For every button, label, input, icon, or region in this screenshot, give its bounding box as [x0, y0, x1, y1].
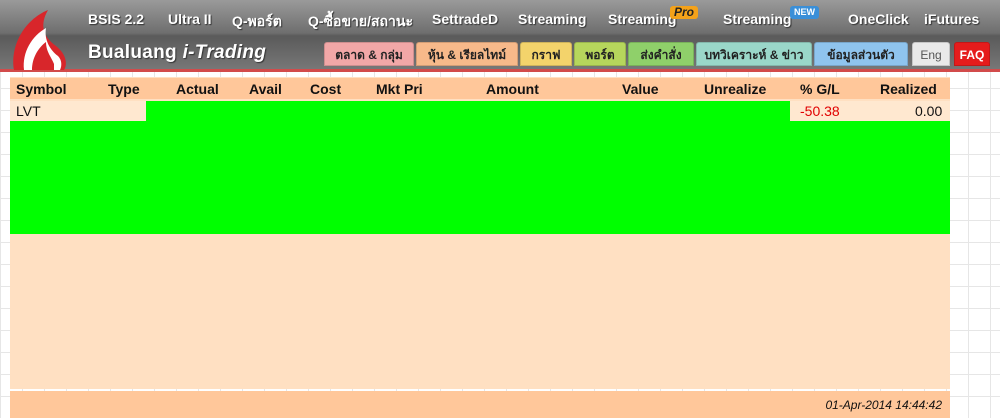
- col-realized: Realized: [880, 81, 937, 97]
- tab-personal-info[interactable]: ข้อมูลส่วนตัว: [814, 42, 908, 66]
- nav-streaming[interactable]: Streaming: [518, 11, 586, 27]
- col-amount: Amount: [486, 81, 539, 97]
- col-avail: Avail: [249, 81, 282, 97]
- cell-gl-pct: -50.38: [800, 103, 840, 119]
- col-mkt-pri: Mkt Pri: [376, 81, 423, 97]
- brand-sub: i-Trading: [182, 42, 267, 63]
- cell-symbol[interactable]: LVT: [16, 103, 41, 119]
- nav-bsis[interactable]: BSIS 2.2: [88, 11, 144, 27]
- bualuang-logo-icon[interactable]: [6, 6, 78, 72]
- tab-english[interactable]: Eng: [912, 42, 950, 66]
- tab-portfolio[interactable]: พอร์ต: [574, 42, 626, 66]
- tab-graph[interactable]: กราฟ: [520, 42, 572, 66]
- col-symbol: Symbol: [16, 81, 67, 97]
- brand-name: Bualuang: [88, 42, 177, 63]
- highlight-block: [10, 121, 950, 234]
- new-badge: NEW: [790, 6, 819, 19]
- table-footer: [10, 391, 950, 418]
- cell-realized: 0.00: [915, 103, 943, 119]
- tab-market-sector[interactable]: ตลาด & กลุ่ม: [324, 42, 414, 66]
- pro-badge: Pro: [670, 6, 699, 19]
- nav-oneclick[interactable]: OneClick: [848, 11, 909, 27]
- col-actual: Actual: [176, 81, 219, 97]
- nav-q-port[interactable]: Q-พอร์ต: [232, 11, 282, 33]
- row-highlight: [146, 101, 790, 121]
- app-header: BSIS 2.2 Ultra II Q-พอร์ต Q-ซื้อขาย/สถาน…: [0, 0, 1000, 72]
- nav-ultra[interactable]: Ultra II: [168, 11, 212, 27]
- timestamp: 01-Apr-2014 14:44:42: [825, 398, 942, 412]
- nav-ifutures[interactable]: iFutures: [924, 11, 979, 27]
- tab-faq[interactable]: FAQ: [954, 42, 990, 66]
- col-type: Type: [108, 81, 140, 97]
- nav-q-trade-status[interactable]: Q-ซื้อขาย/สถานะ: [308, 11, 413, 33]
- tab-research-news[interactable]: บทวิเคราะห์ & ข่าว: [696, 42, 812, 66]
- nav-streaming-new[interactable]: Streaming: [723, 11, 791, 27]
- col-gl-pct: % G/L: [800, 81, 840, 97]
- col-unrealize: Unrealize: [704, 81, 767, 97]
- brand-title: Bualuang i-Trading: [88, 42, 266, 64]
- col-cost: Cost: [310, 81, 342, 97]
- tab-stock-realtime[interactable]: หุ้น & เรียลไทม์: [416, 42, 518, 66]
- nav-streaming-pro[interactable]: Streaming: [608, 11, 676, 27]
- nav-settraded[interactable]: SettradeD: [432, 11, 498, 27]
- tab-place-order[interactable]: ส่งคำสั่ง: [628, 42, 694, 66]
- col-value: Value: [622, 81, 659, 97]
